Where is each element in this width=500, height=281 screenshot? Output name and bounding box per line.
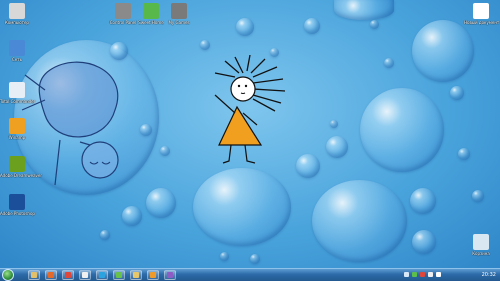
computer-icon [9,3,25,19]
skype-taskbar-icon [99,272,105,278]
recycle-bin-icon [473,234,489,250]
media-taskbar-icon [82,272,88,278]
volume-icon[interactable] [436,272,441,277]
desktop-icon-dreamweaver[interactable]: Adobe Dreamweaver [0,156,42,178]
taskbar: 20:32 [0,268,500,281]
wallpaper-figure-left [21,61,119,186]
taskbar-button-icq[interactable] [113,270,125,280]
chrome-taskbar-icon [65,272,71,278]
winamp-taskbar-icon [150,272,156,278]
desktop-icon-floppy[interactable]: Total Commander [0,82,35,104]
folder-taskbar-icon [133,272,139,278]
firefox-taskbar-icon [48,272,54,278]
desktop-icon-winamp[interactable]: Winamp [0,118,34,140]
taskbar-button-media[interactable] [79,270,91,280]
start-button[interactable] [2,269,14,281]
taskbar-clock[interactable]: 20:32 [482,270,496,280]
document-icon [473,3,489,19]
taskbar-button-chrome[interactable] [62,270,74,280]
taskbar-button-firefox[interactable] [45,270,57,280]
desktop-icon-photoshop[interactable]: Adobe Photoshop [0,194,35,216]
winamp-icon [9,118,25,134]
dreamweaver-icon [9,156,25,172]
floppy-icon [9,82,25,98]
taskbar-button-folder[interactable] [130,270,142,280]
photoshop-icon [9,194,25,210]
desktop-icon-computer[interactable]: Компьютер [0,3,34,25]
tray-icon-1[interactable] [404,272,409,277]
desktop-icon-network[interactable]: Сеть [0,40,34,62]
explorer-taskbar-icon [31,272,37,278]
tray-icon-2[interactable] [412,272,417,277]
taskbar-button-app[interactable] [164,270,176,280]
control-panel-icon [115,3,131,19]
home-icon [143,3,159,19]
desktop-icon-games[interactable]: My Games [162,3,196,25]
network-icon [9,40,25,56]
taskbar-button-winamp[interactable] [147,270,159,280]
tray-icon-4[interactable] [428,272,433,277]
taskbar-button-skype[interactable] [96,270,108,280]
taskbar-button-explorer[interactable] [28,270,40,280]
desktop[interactable]: Компьютер Сеть Total Commander Winamp Ad… [0,0,500,268]
tray-icon-3[interactable] [420,272,425,277]
app-taskbar-icon [167,272,173,278]
desktop-icon-document[interactable]: Новый документ [464,3,499,25]
games-icon [171,3,187,19]
wallpaper-figure-center [214,55,286,164]
icq-taskbar-icon [116,272,122,278]
desktop-icon-recycle-bin[interactable]: Корзина [464,234,498,256]
